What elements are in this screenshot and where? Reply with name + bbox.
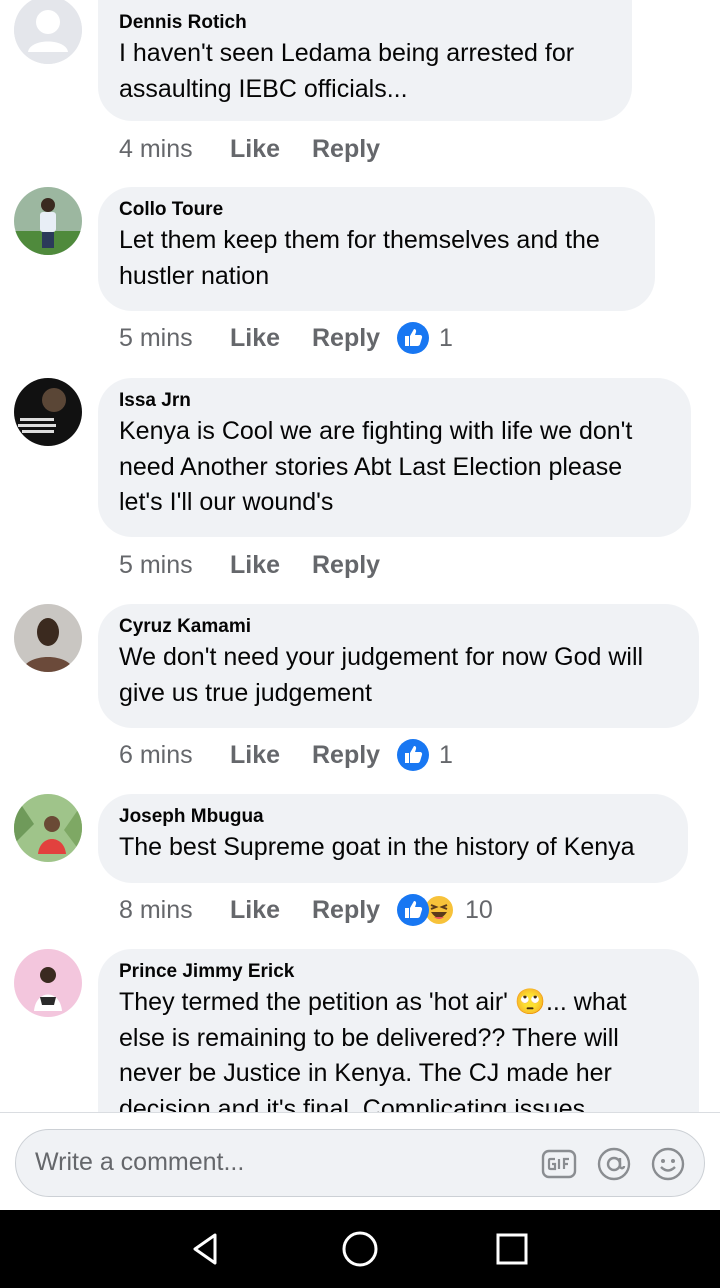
gif-icon[interactable] — [540, 1145, 578, 1183]
like-button[interactable]: Like — [230, 741, 312, 770]
comment-time[interactable]: 6 mins — [119, 741, 230, 770]
like-button[interactable]: Like — [230, 896, 312, 925]
comment-text-line: never be Justice in Kenya. The CJ made h… — [119, 1059, 612, 1087]
comment-text-line: need Another stories Abt Last Election p… — [119, 452, 623, 481]
reply-button[interactable]: Reply — [312, 324, 397, 353]
like-icon — [397, 322, 429, 354]
comment-actions: 6 mins Like Reply 1 — [119, 735, 453, 775]
comment-author[interactable]: Prince Jimmy Erick — [119, 959, 677, 985]
comment-time[interactable]: 5 mins — [119, 551, 230, 580]
comment-text-line: The best Supreme goat in the history of … — [119, 833, 635, 861]
reaction-count: 1 — [439, 323, 453, 352]
reply-button[interactable]: Reply — [312, 741, 397, 770]
like-icon — [397, 739, 429, 771]
default-avatar-icon[interactable] — [14, 0, 82, 64]
comment-composer-bar: Write a comment... — [0, 1112, 720, 1210]
comment-feed[interactable]: Dennis Rotich I haven't seen Ledama bein… — [0, 0, 720, 1112]
reaction-summary[interactable]: 10 — [397, 894, 493, 926]
reaction-summary[interactable]: 1 — [397, 739, 453, 771]
comment-text-line: let's I'll our wound's — [119, 488, 334, 516]
reply-button[interactable]: Reply — [312, 896, 397, 925]
comment-text-line: I haven't seen Ledama being arrested for — [119, 39, 575, 67]
comment-bubble[interactable]: Dennis Rotich I haven't seen Ledama bein… — [98, 0, 632, 121]
reply-button[interactable]: Reply — [312, 551, 397, 580]
comment-bubble[interactable]: Issa Jrn Kenya is Cool we are fighting w… — [98, 378, 691, 537]
comment-text-line: They termed the petition as 'hot air' 🙄.… — [119, 988, 627, 1016]
comment-bubble[interactable]: Cyruz Kamami We don't need your judgemen… — [98, 604, 699, 728]
emoji-icon[interactable] — [649, 1145, 687, 1183]
reaction-count: 1 — [439, 740, 453, 769]
comment-actions: 4 mins Like Reply — [119, 129, 397, 169]
comment-time[interactable]: 4 mins — [119, 135, 230, 164]
comment-text-line: else is remaining to be delivered?? Ther… — [119, 1023, 619, 1052]
like-icon — [397, 894, 429, 926]
comment-time[interactable]: 5 mins — [119, 324, 230, 353]
back-icon[interactable] — [185, 1228, 227, 1270]
like-button[interactable]: Like — [230, 324, 312, 353]
comment-text-line: hustler nation — [119, 261, 270, 290]
comment-author[interactable]: Cyruz Kamami — [119, 614, 677, 640]
comment-bubble[interactable]: Joseph Mbugua The best Supreme goat in t… — [98, 794, 688, 883]
avatar[interactable] — [14, 187, 82, 255]
comment-author[interactable]: Joseph Mbugua — [119, 804, 666, 830]
recents-icon[interactable] — [491, 1228, 533, 1270]
like-button[interactable]: Like — [230, 551, 312, 580]
comment-actions: 5 mins Like Reply 1 — [119, 318, 453, 358]
comment-text-line: We don't need your judgement for now God… — [119, 643, 644, 671]
reaction-summary[interactable]: 1 — [397, 322, 453, 354]
home-icon[interactable] — [339, 1228, 381, 1270]
comment-text-line: Kenya is Cool we are fighting with life … — [119, 417, 633, 445]
comment-text-line: decision and it's final. Complicating is… — [119, 1094, 586, 1113]
comment-time[interactable]: 8 mins — [119, 896, 230, 925]
mention-icon[interactable] — [595, 1145, 633, 1183]
reaction-count: 10 — [465, 895, 493, 924]
avatar[interactable] — [14, 604, 82, 672]
reply-button[interactable]: Reply — [312, 135, 397, 164]
comment-actions: 5 mins Like Reply — [119, 545, 397, 585]
avatar[interactable] — [14, 378, 82, 446]
comment-input[interactable]: Write a comment... — [15, 1129, 705, 1197]
comment-bubble[interactable]: Collo Toure Let them keep them for thems… — [98, 187, 655, 311]
comment-input-placeholder: Write a comment... — [35, 1148, 245, 1176]
avatar[interactable] — [14, 949, 82, 1017]
system-nav-bar — [0, 1210, 720, 1288]
comment-text-line: give us true judgement — [119, 678, 372, 707]
like-button[interactable]: Like — [230, 135, 312, 164]
comment-bubble[interactable]: Prince Jimmy Erick They termed the petit… — [98, 949, 699, 1112]
comment-text-line: assaulting IEBC officials... — [119, 74, 408, 103]
comment-author[interactable]: Dennis Rotich — [119, 10, 610, 36]
comment-actions: 8 mins Like Reply 10 — [119, 890, 493, 930]
comment-author[interactable]: Collo Toure — [119, 197, 633, 223]
comment-text-line: Let them keep them for themselves and th… — [119, 226, 600, 254]
avatar[interactable] — [14, 794, 82, 862]
comment-author[interactable]: Issa Jrn — [119, 388, 669, 414]
